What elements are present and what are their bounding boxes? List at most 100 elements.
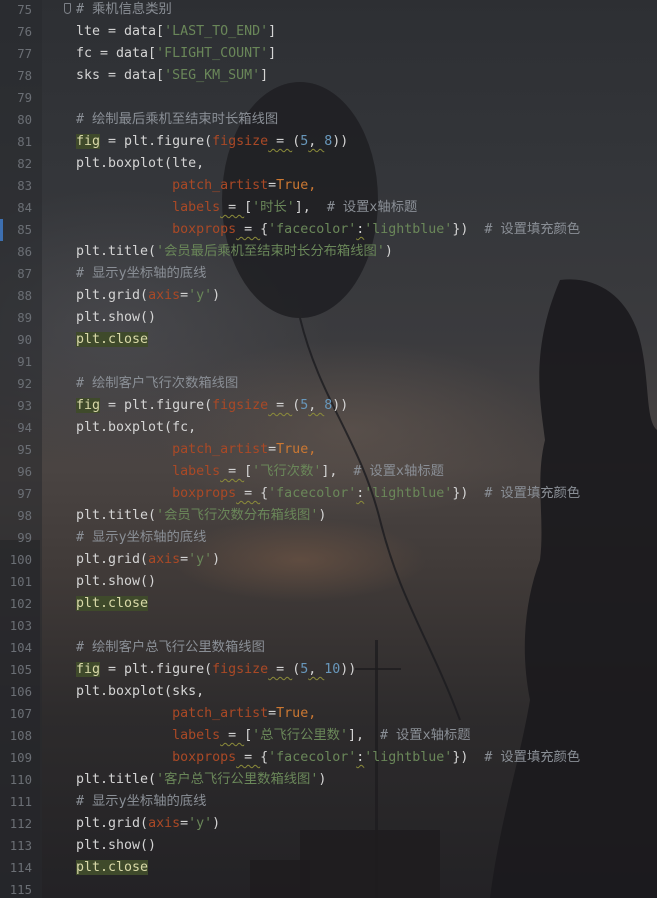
- code-line[interactable]: 98 plt.title('会员飞行次数分布箱线图'): [0, 505, 657, 527]
- code-line[interactable]: 89 plt.show(): [0, 307, 657, 329]
- code-token: True: [276, 178, 309, 193]
- code-line[interactable]: 77 fc = data['FLIGHT_COUNT']: [0, 43, 657, 65]
- code-line[interactable]: 105 fig = plt.figure(figsize = (5, 10)): [0, 659, 657, 681]
- code-text: # 乘机信息类别: [76, 0, 172, 21]
- code-token: 'FLIGHT_COUNT': [156, 46, 269, 61]
- line-number: 98: [17, 509, 32, 523]
- line-number: 111: [9, 795, 32, 809]
- code-text: plt.boxplot(fc,: [76, 417, 196, 439]
- code-line[interactable]: 99 # 显示y坐标轴的底线: [0, 527, 657, 549]
- code-line[interactable]: 86 plt.title('会员最后乘机至结束时长分布箱线图'): [0, 241, 657, 263]
- code-token: plt.show(): [76, 574, 157, 589]
- code-line[interactable]: 106 plt.boxplot(sks,: [0, 681, 657, 703]
- code-text: patch_artist=True,: [76, 439, 316, 461]
- code-token: ]: [268, 24, 277, 39]
- code-line[interactable]: 113 plt.show(): [0, 835, 657, 857]
- line-number: 108: [9, 729, 32, 743]
- code-token: fig: [76, 398, 101, 413]
- code-text: fc = data['FLIGHT_COUNT']: [76, 43, 276, 65]
- code-text: # 绘制客户总飞行公里数箱线图: [76, 637, 265, 659]
- code-token: plt.close: [76, 596, 149, 611]
- code-text: # 显示y坐标轴的底线: [76, 791, 206, 813]
- code-line[interactable]: 96 labels = ['飞行次数'], # 设置x轴标题: [0, 461, 657, 483]
- code-token: 'SEG_KM_SUM': [164, 68, 261, 83]
- code-text: fig = plt.figure(figsize = (5, 8)): [76, 395, 348, 417]
- code-line[interactable]: 103: [0, 615, 657, 637]
- code-line[interactable]: 83 patch_artist=True,: [0, 175, 657, 197]
- code-line[interactable]: 110 plt.title('客户总飞行公里数箱线图'): [0, 769, 657, 791]
- code-line[interactable]: 112 plt.grid(axis='y'): [0, 813, 657, 835]
- code-line[interactable]: 104 # 绘制客户总飞行公里数箱线图: [0, 637, 657, 659]
- code-line[interactable]: 102 plt.close: [0, 593, 657, 615]
- code-line[interactable]: 111 # 显示y坐标轴的底线: [0, 791, 657, 813]
- code-line[interactable]: 82 plt.boxplot(lte,: [0, 153, 657, 175]
- code-line[interactable]: 84 labels = ['时长'], # 设置x轴标题: [0, 197, 657, 219]
- code-line[interactable]: 90 plt.close: [0, 329, 657, 351]
- code-line[interactable]: 92 # 绘制客户飞行次数箱线图: [0, 373, 657, 395]
- code-token: # 绘制客户飞行次数箱线图: [76, 376, 239, 391]
- code-line[interactable]: 95 patch_artist=True,: [0, 439, 657, 461]
- code-line[interactable]: 76 lte = data['LAST_TO_END']: [0, 21, 657, 43]
- code-line[interactable]: 93 fig = plt.figure(figsize = (5, 8)): [0, 395, 657, 417]
- line-number: 105: [9, 663, 32, 677]
- code-line[interactable]: 88 plt.grid(axis='y'): [0, 285, 657, 307]
- code-text: # 显示y坐标轴的底线: [76, 527, 206, 549]
- code-token: {: [260, 750, 269, 765]
- code-line[interactable]: 80 # 绘制最后乘机至结束时长箱线图: [0, 109, 657, 131]
- code-token: patch_artist: [172, 178, 269, 193]
- line-number: 90: [17, 333, 32, 347]
- code-line[interactable]: 115: [0, 879, 657, 898]
- code-line[interactable]: 78 sks = data['SEG_KM_SUM']: [0, 65, 657, 87]
- code-token: '飞行次数': [252, 464, 322, 479]
- code-token: 'facecolor': [268, 750, 357, 765]
- code-line[interactable]: 94 plt.boxplot(fc,: [0, 417, 657, 439]
- code-line[interactable]: 100 plt.grid(axis='y'): [0, 549, 657, 571]
- code-token: '会员飞行次数分布箱线图': [156, 508, 319, 523]
- code-line[interactable]: 87 # 显示y坐标轴的底线: [0, 263, 657, 285]
- code-line[interactable]: 81 fig = plt.figure(figsize = (5, 8)): [0, 131, 657, 153]
- code-line[interactable]: 101 plt.show(): [0, 571, 657, 593]
- code-token: (: [292, 134, 301, 149]
- code-token: 'lightblue': [364, 486, 453, 501]
- code-token: ]: [260, 68, 269, 83]
- code-token: plt.boxplot(lte,: [76, 156, 205, 171]
- code-line[interactable]: 79: [0, 87, 657, 109]
- code-token: ],: [347, 728, 380, 743]
- code-token: =: [268, 442, 277, 457]
- code-token: figsize: [212, 662, 269, 677]
- line-number: 99: [17, 531, 32, 545]
- code-line[interactable]: 91: [0, 351, 657, 373]
- line-number: 88: [17, 289, 32, 303]
- code-token: }): [452, 750, 485, 765]
- code-token: # 设置填充颜色: [484, 222, 581, 237]
- code-token: fig: [76, 134, 101, 149]
- code-token: 'facecolor': [268, 486, 357, 501]
- code-line[interactable]: 107 patch_artist=True,: [0, 703, 657, 725]
- code-text: plt.title('客户总飞行公里数箱线图'): [76, 769, 326, 791]
- line-number: 114: [9, 861, 32, 875]
- line-number: 81: [17, 135, 32, 149]
- code-token: # 显示y坐标轴的底线: [76, 794, 207, 809]
- code-token: '客户总飞行公里数箱线图': [156, 772, 319, 787]
- code-token: =: [180, 552, 189, 567]
- code-token: plt.title(: [76, 244, 157, 259]
- code-text: plt.grid(axis='y'): [76, 549, 220, 571]
- code-line[interactable]: 85 boxprops = {'facecolor':'lightblue'})…: [0, 219, 657, 241]
- fold-marker-icon[interactable]: [64, 3, 71, 14]
- code-token: ,: [308, 442, 317, 457]
- code-line[interactable]: 109 boxprops = {'facecolor':'lightblue'}…: [0, 747, 657, 769]
- code-line[interactable]: 97 boxprops = {'facecolor':'lightblue'})…: [0, 483, 657, 505]
- code-line[interactable]: 108 labels = ['总飞行公里数'], # 设置x轴标题: [0, 725, 657, 747]
- code-token: 'lightblue': [364, 750, 453, 765]
- code-editor[interactable]: 75 # 乘机信息类别 76 lte = data['LAST_TO_END'] 77 f…: [0, 0, 657, 898]
- code-token: 'lightblue': [364, 222, 453, 237]
- code-line[interactable]: 75 # 乘机信息类别: [0, 0, 657, 21]
- line-number: 102: [9, 597, 32, 611]
- line-number: 109: [9, 751, 32, 765]
- code-line[interactable]: 114 plt.close: [0, 857, 657, 879]
